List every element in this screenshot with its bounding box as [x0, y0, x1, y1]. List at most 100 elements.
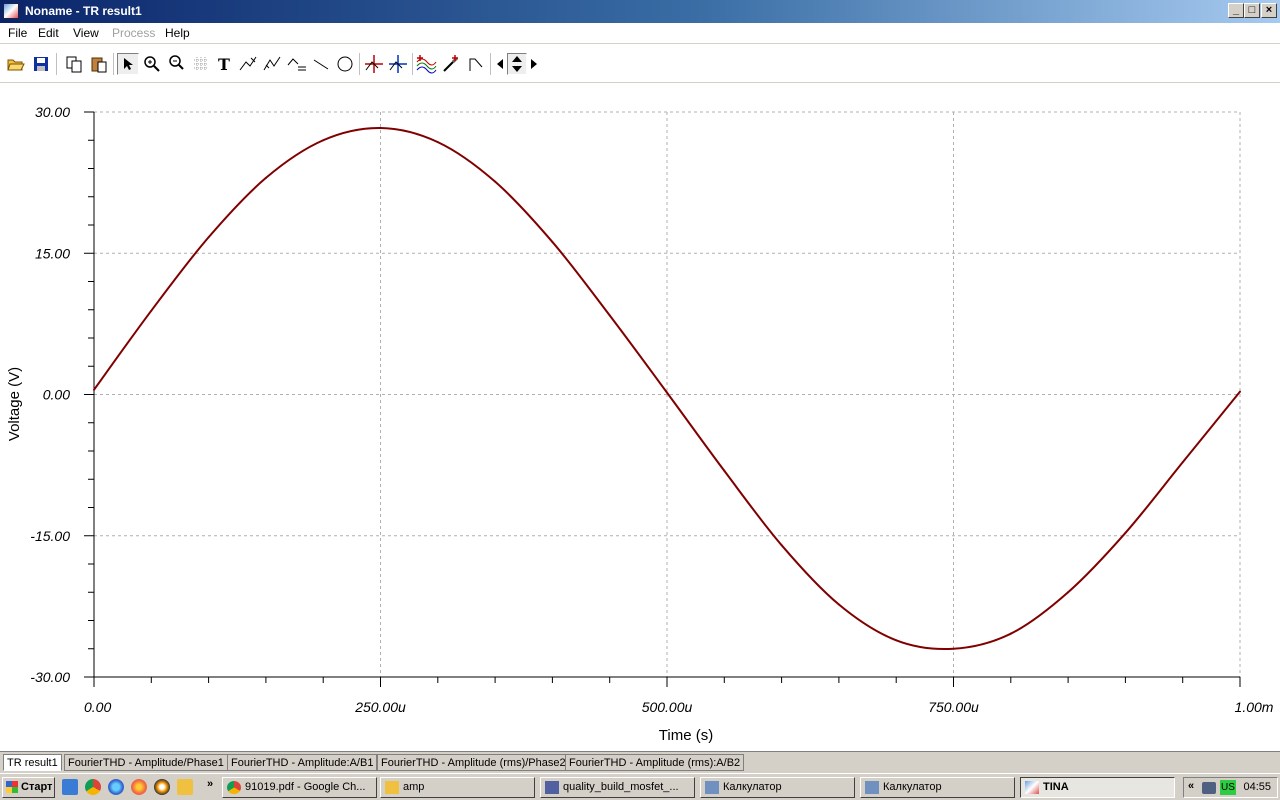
- x-tick-label: 1.00m: [1235, 699, 1274, 715]
- media-player-quicklaunch-icon[interactable]: [154, 779, 170, 795]
- plot-area[interactable]: 30.00 15.00 0.00 -15.00 -30.00 0.00 250.00u 50…: [0, 83, 1280, 751]
- browser-quicklaunch-icon[interactable]: [108, 779, 124, 795]
- data-point: [436, 141, 439, 144]
- tina-icon: [1025, 781, 1039, 794]
- calculator-icon: [705, 781, 719, 794]
- menu-edit[interactable]: Edit: [38, 26, 59, 40]
- grid-icon[interactable]: [190, 53, 212, 75]
- tab-fourier-amplitude-ab1[interactable]: FourierTHD - Amplitude:A/B1: [227, 754, 378, 771]
- x-tick-label: 0.00: [84, 699, 111, 715]
- start-button[interactable]: Старт: [2, 777, 55, 798]
- tab-fourier-rms-phase2[interactable]: FourierTHD - Amplitude (rms)/Phase2: [377, 754, 570, 771]
- taskbar-button-tina[interactable]: TINA: [1020, 777, 1175, 798]
- voltage-chart[interactable]: 30.00 15.00 0.00 -15.00 -30.00 0.00 250.00u 50…: [0, 83, 1280, 751]
- y-tick-label: -30.00: [30, 669, 70, 685]
- firefox-quicklaunch-icon[interactable]: [131, 779, 147, 795]
- pick-icon[interactable]: [440, 53, 462, 75]
- data-point: [494, 180, 497, 183]
- pointer-icon[interactable]: [117, 53, 139, 75]
- arrow-updown-icon[interactable]: [507, 53, 527, 75]
- data-point: [207, 236, 210, 239]
- quicklaunch-more[interactable]: »: [207, 778, 213, 790]
- data-point: [1009, 632, 1012, 635]
- tab-fourier-amplitude-phase1[interactable]: FourierTHD - Amplitude/Phase1: [64, 754, 228, 771]
- data-point: [952, 647, 955, 650]
- draw-label-icon[interactable]: [286, 53, 308, 75]
- data-point: [1124, 531, 1127, 534]
- chrome-quicklaunch-icon[interactable]: [85, 779, 101, 795]
- document-icon: [545, 781, 559, 794]
- data-point: [150, 309, 153, 312]
- data-point: [1067, 591, 1070, 594]
- circle-icon[interactable]: [334, 53, 356, 75]
- toolbar: T: [0, 43, 1280, 83]
- menu-bar: File Edit View Process Help: [0, 23, 1280, 43]
- tray-collapse-button[interactable]: «: [1188, 780, 1194, 792]
- menu-file[interactable]: File: [8, 26, 27, 40]
- calculator-icon: [865, 781, 879, 794]
- taskbar-button-amp[interactable]: amp: [380, 777, 535, 798]
- minimize-button[interactable]: _: [1228, 3, 1244, 18]
- zoom-in-icon[interactable]: [141, 53, 163, 75]
- title-bar: Noname - TR result1 _ □ ×: [0, 0, 1280, 23]
- taskbar-button-calculator-2[interactable]: Калкулатор: [860, 777, 1015, 798]
- windows-logo-icon: [6, 781, 18, 793]
- folder-icon: [385, 781, 399, 794]
- taskbar-button-calculator-1[interactable]: Калкулатор: [700, 777, 855, 798]
- arrow-right-icon[interactable]: [527, 53, 541, 75]
- copy-icon[interactable]: [63, 53, 85, 75]
- data-point: [379, 127, 382, 130]
- clock: 04:55: [1243, 781, 1271, 793]
- data-point: [895, 639, 898, 642]
- chrome-icon: [227, 781, 241, 794]
- language-indicator[interactable]: US: [1220, 780, 1236, 795]
- y-tick-label: 30.00: [35, 104, 70, 120]
- data-point: [322, 139, 325, 142]
- system-tray: « US 04:55: [1183, 777, 1278, 798]
- x-tick-label: 500.00u: [642, 699, 693, 715]
- draw-curve-icon[interactable]: [237, 53, 259, 75]
- app-icon[interactable]: [3, 3, 19, 19]
- text-icon[interactable]: T: [213, 53, 235, 75]
- slope-icon[interactable]: [465, 53, 487, 75]
- line-icon[interactable]: [310, 53, 332, 75]
- x-tick-label: 250.00u: [354, 699, 406, 715]
- y-tick-label: 0.00: [43, 387, 70, 403]
- taskbar-button-quality-build[interactable]: quality_build_mosfet_...: [540, 777, 695, 798]
- menu-help[interactable]: Help: [165, 26, 190, 40]
- menu-process: Process: [112, 26, 156, 40]
- menu-view[interactable]: View: [73, 26, 99, 40]
- taskbar: Старт » 91019.pdf - Google Ch... amp qua…: [0, 773, 1280, 800]
- close-button[interactable]: ×: [1261, 3, 1277, 18]
- network-icon[interactable]: [1202, 782, 1216, 794]
- paste-icon[interactable]: [88, 53, 110, 75]
- axis-ticks: [84, 111, 1241, 687]
- y-tick-label: 15.00: [35, 245, 70, 261]
- open-icon[interactable]: [5, 53, 27, 75]
- tab-tr-result1[interactable]: TR result1: [3, 754, 62, 771]
- show-desktop-icon[interactable]: [62, 779, 78, 795]
- data-point: [1181, 461, 1184, 464]
- taskbar-button-chrome[interactable]: 91019.pdf - Google Ch...: [222, 777, 377, 798]
- maximize-button[interactable]: □: [1244, 3, 1260, 18]
- tab-fourier-rms-ab2[interactable]: FourierTHD - Amplitude (rms):A/B2: [565, 754, 745, 771]
- data-point: [780, 544, 783, 547]
- draw-curve2-icon[interactable]: [261, 53, 283, 75]
- x-tick-label: 750.00u: [928, 699, 979, 715]
- save-icon[interactable]: [30, 53, 52, 75]
- zoom-100-icon[interactable]: [166, 53, 188, 75]
- cursor-a-icon[interactable]: [363, 53, 385, 75]
- data-point: [837, 603, 840, 606]
- data-point: [1239, 390, 1241, 393]
- cursor-b-icon[interactable]: [387, 53, 409, 75]
- result-tabs: TR result1 FourierTHD - Amplitude/Phase1…: [0, 751, 1280, 773]
- y-axis-label: Voltage (V): [6, 367, 23, 441]
- folder-quicklaunch-icon[interactable]: [177, 779, 193, 795]
- x-axis-label: Time (s): [659, 727, 713, 744]
- data-point: [608, 314, 611, 317]
- add-curve-icon[interactable]: [415, 53, 437, 75]
- data-point: [723, 469, 726, 472]
- data-point: [666, 391, 668, 394]
- data-point: [93, 388, 95, 391]
- arrow-left-icon[interactable]: [493, 53, 507, 75]
